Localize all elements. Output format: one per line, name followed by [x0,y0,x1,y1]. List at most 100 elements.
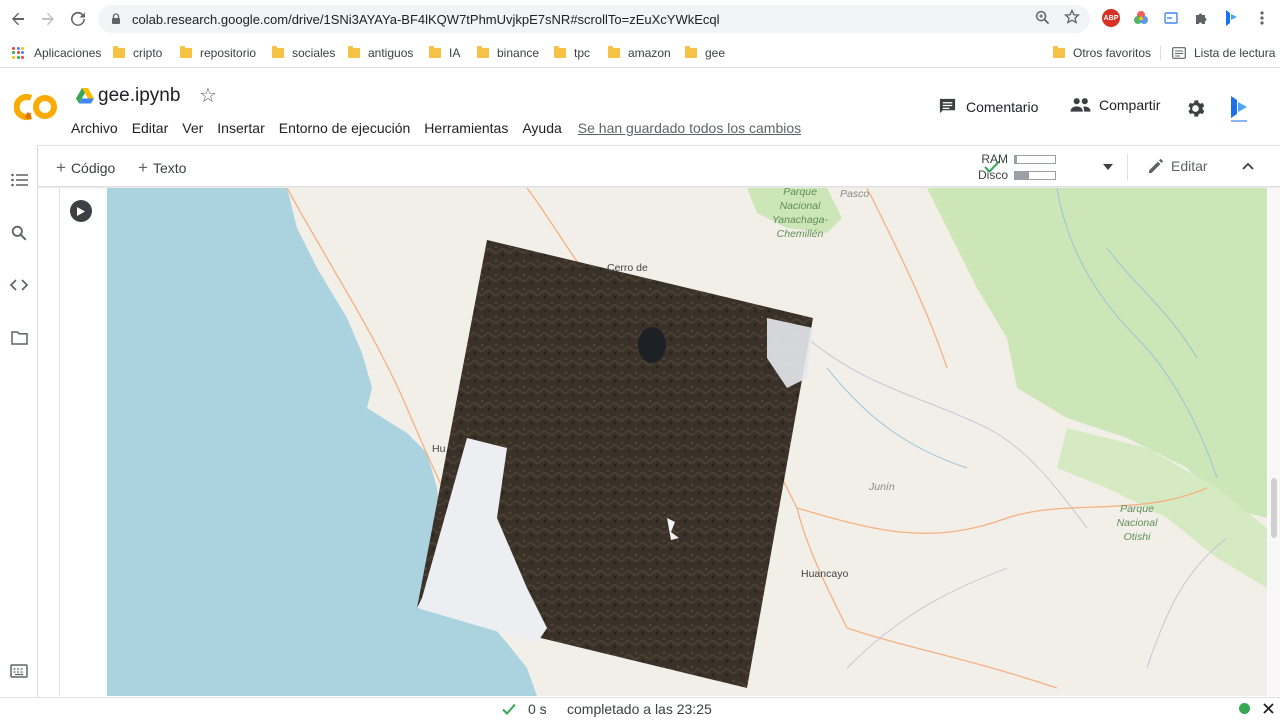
add-code-label: Código [70,160,116,176]
edit-label: Editar [1171,158,1208,174]
folder-icon [685,45,697,58]
bookmark-folder-repositorio[interactable]: repositorio [180,45,256,60]
folder-icon [608,45,620,58]
park2-label-3: Otishi [1124,531,1152,543]
comment-icon [939,98,956,114]
back-arrow-icon[interactable] [3,4,33,34]
chevron-up-icon[interactable] [1242,162,1254,170]
elapsed-time: 0 s [528,701,547,717]
close-icon[interactable] [1263,703,1274,714]
city-label-hu: Hu [432,443,446,455]
completion-status: completado a las 23:25 [567,701,712,717]
terminal-icon[interactable] [9,661,29,681]
adblock-icon[interactable]: ABP [1101,8,1121,28]
google-drive-icon[interactable] [76,88,94,104]
status-bar: 0 s completado a las 23:25 [0,697,1280,720]
profile-avatar-icon[interactable] [1221,8,1241,28]
left-sidebar [0,145,38,697]
bookmark-divider [1160,46,1161,60]
bookmark-folder-sociales[interactable]: sociales [272,45,336,60]
city-label-huancayo: Huancayo [801,568,848,580]
folder-icon [180,45,192,58]
bookmark-label: gee [705,45,726,60]
zoom-icon[interactable] [1035,10,1050,25]
save-status-link[interactable]: Se han guardado todos los cambios [578,120,801,136]
forward-arrow-icon[interactable] [33,4,63,34]
bookmark-other-favorites[interactable]: Otros favoritos [1053,45,1151,60]
avatar-logo-icon [1231,96,1247,122]
settings-button[interactable] [1186,99,1205,118]
menu-ver[interactable]: Ver [182,120,203,136]
color-wheel-icon[interactable] [1131,8,1151,28]
pencil-icon [1149,159,1163,173]
folder-icon [477,45,489,58]
menu-bar: Archivo Editar Ver Insertar Entorno de e… [71,120,815,136]
bookmark-folder-gee[interactable]: gee [685,45,726,60]
menu-archivo[interactable]: Archivo [71,120,118,136]
menu-herramientas[interactable]: Herramientas [424,120,508,136]
menu-ayuda[interactable]: Ayuda [522,120,561,136]
vertical-scrollbar[interactable] [1268,188,1280,696]
folder-files-icon[interactable] [9,328,29,348]
bookmark-folder-ia[interactable]: IA [429,45,460,60]
plus-icon: + [56,158,66,177]
edit-button[interactable]: Editar [1148,158,1208,174]
colab-header: gee.ipynb ☆ Archivo Editar Ver Insertar … [0,69,1280,145]
checkmark-icon [502,703,516,715]
star-icon[interactable]: ☆ [199,83,217,108]
reading-list-icon [1172,46,1186,59]
bookmark-apps[interactable]: Aplicaciones [12,46,101,60]
chrome-menu-icon[interactable] [1252,8,1272,28]
extensions-puzzle-icon[interactable] [1191,8,1211,28]
disk-bar [1014,170,1056,180]
add-code-button[interactable]: + Código [56,158,115,178]
add-text-button[interactable]: + Texto [138,158,186,178]
code-snippets-icon[interactable] [9,275,29,295]
table-of-contents-icon[interactable] [9,170,29,190]
gear-icon [1188,100,1205,117]
reload-icon[interactable] [63,4,93,34]
apps-grid-icon [12,46,24,59]
bookmark-star-icon[interactable] [1064,9,1080,25]
bookmark-label: binance [497,45,540,60]
city-label-cerro: Cerro de [607,262,648,274]
folder-icon [348,45,360,58]
bookmark-folder-antiguos[interactable]: antiguos [348,45,413,60]
share-button[interactable]: Compartir [1070,97,1160,113]
bookmark-folder-amazon[interactable]: amazon [608,45,671,60]
park-label-1: Parque [783,188,817,198]
bookmark-label: Aplicaciones [34,45,102,60]
reading-list-button[interactable]: Lista de lectura [1172,46,1275,60]
bookmark-label: sociales [292,45,336,60]
user-avatar[interactable] [1226,94,1252,129]
run-cell-button[interactable] [70,200,92,222]
address-bar[interactable]: colab.research.google.com/drive/1SNi3AYA… [98,5,1090,33]
cell-border [59,188,60,696]
bookmark-label: cripto [133,45,163,60]
people-icon [1070,98,1091,112]
bookmark-folder-tpc[interactable]: tpc [554,45,590,60]
region-label-pasco: Pasco [840,188,869,200]
resources-indicator[interactable]: RAM Disco [968,151,1056,183]
colab-logo[interactable] [14,87,58,127]
menu-editar[interactable]: Editar [132,120,169,136]
url-text: colab.research.google.com/drive/1SNi3AYA… [132,11,720,27]
notebook-toolbar: + Código + Texto RAM Disco Editar [38,145,1280,187]
extension-window-icon[interactable] [1161,8,1181,28]
folder-icon [429,45,441,58]
map-output[interactable]: Parque Nacional Yanachaga- Chemillén Par… [107,188,1267,696]
bookmark-folder-binance[interactable]: binance [477,45,540,60]
folder-icon [1053,45,1065,58]
dropdown-arrow-icon[interactable] [1103,164,1113,170]
bookmark-label: Lista de lectura [1194,45,1276,60]
search-icon[interactable] [9,223,29,243]
bookmarks-bar: Aplicaciones cripto repositorio sociales… [0,38,1280,68]
scrollbar-thumb[interactable] [1271,478,1277,538]
plus-icon: + [138,158,148,177]
menu-entorno[interactable]: Entorno de ejecución [279,120,411,136]
disk-label: Disco [977,168,1008,182]
bookmark-folder-cripto[interactable]: cripto [113,45,163,60]
notebook-title[interactable]: gee.ipynb [98,85,180,107]
menu-insertar[interactable]: Insertar [217,120,264,136]
comment-button[interactable]: Comentario [938,97,1038,116]
